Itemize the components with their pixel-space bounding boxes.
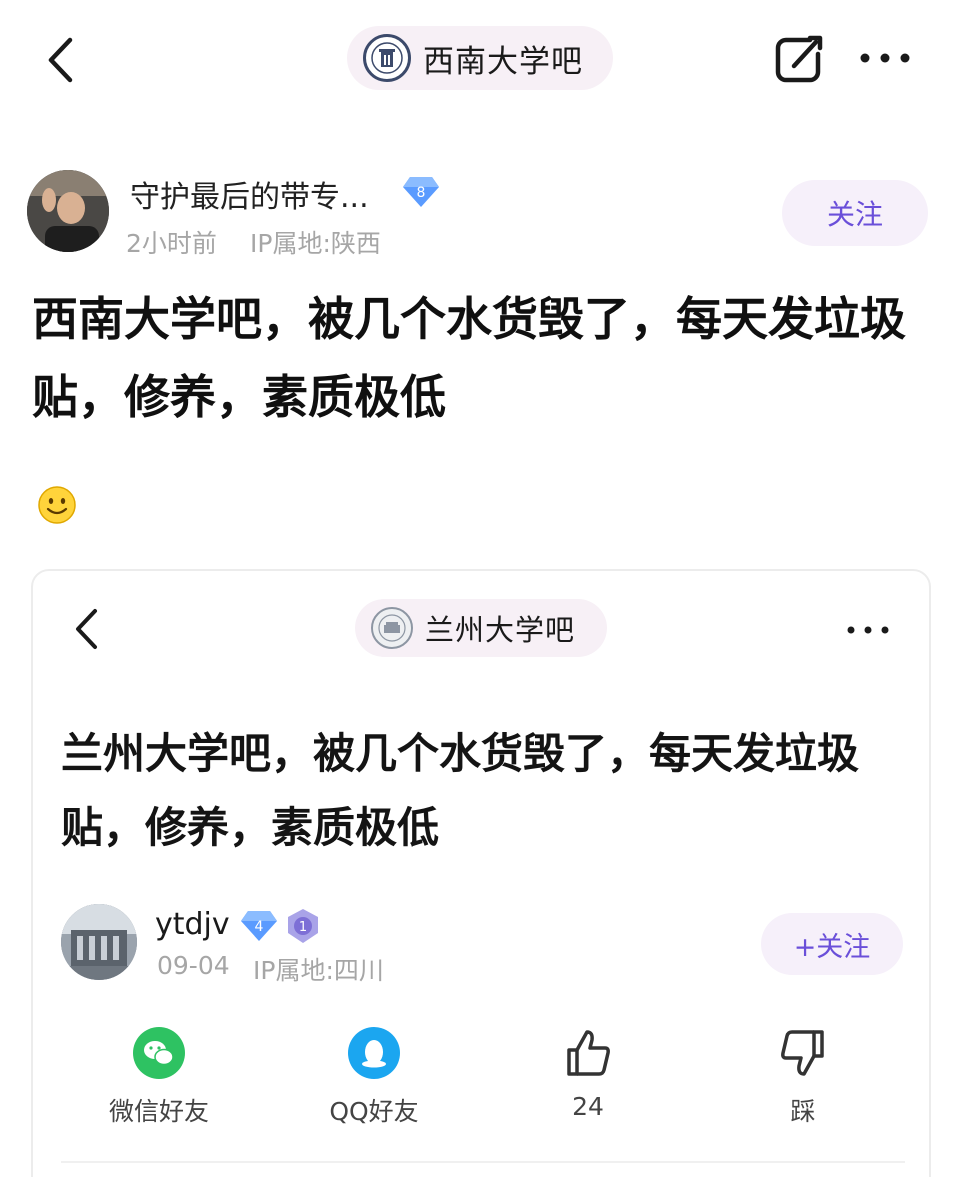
embedded-post-date: 09-04: [157, 951, 230, 980]
chevron-left-icon: [76, 609, 97, 649]
embedded-author-avatar: [61, 904, 137, 980]
level-number: 8: [417, 185, 426, 201]
more-button[interactable]: [855, 40, 915, 76]
embedded-more-button: [843, 615, 893, 645]
like-count: 24: [572, 1092, 604, 1121]
diamond-level-icon: 4: [241, 911, 277, 941]
share-qq-label: QQ好友: [329, 1097, 419, 1126]
thumbs-down-icon: [776, 1026, 830, 1080]
post-page: 西南大学吧 守护最后的带专... 8 2小时前 IP属地:陕西 关注 西南大学吧…: [0, 0, 960, 1177]
embedded-author-name: ytdjv: [155, 907, 230, 942]
embedded-level-badge: 4: [239, 909, 279, 943]
back-button[interactable]: [38, 32, 82, 88]
forum-name: 西南大学吧: [423, 43, 583, 80]
edit-icon: [775, 35, 823, 83]
forum-logo-icon: [363, 34, 411, 82]
embedded-forum-name: 兰州大学吧: [425, 613, 576, 647]
author-name[interactable]: 守护最后的带专...: [130, 172, 369, 216]
embedded-follow-button: +关注: [761, 913, 903, 975]
thumbs-up-icon: [561, 1026, 615, 1080]
edit-button[interactable]: [770, 30, 828, 88]
share-qq: QQ好友: [299, 1026, 449, 1126]
like-button: 24: [513, 1026, 663, 1126]
qq-icon: [347, 1026, 401, 1080]
post-time: 2小时前: [126, 229, 217, 258]
embedded-back-button: [73, 607, 113, 655]
level-badge: 8: [402, 175, 440, 209]
post-title: 西南大学吧，被几个水货毁了，每天发垃圾贴，修养，素质极低: [32, 292, 906, 424]
embedded-forum-logo-icon: [371, 607, 413, 649]
share-wechat: 微信好友: [84, 1026, 234, 1126]
smiley-emoji-icon: [37, 485, 77, 525]
forum-pill[interactable]: 西南大学吧: [347, 26, 613, 90]
dislike-button: 踩: [728, 1026, 878, 1126]
wechat-icon: [132, 1026, 186, 1080]
more-dots-icon: [860, 53, 910, 63]
embedded-screenshot[interactable]: 兰州大学吧 兰州大学吧，被几个水货毁了，每天发垃圾贴，修养，素质极低 ytdjv…: [31, 569, 931, 1177]
share-wechat-label: 微信好友: [108, 1097, 209, 1126]
more-dots-icon: [847, 626, 889, 634]
member-badge-number: 1: [299, 920, 307, 935]
member-badge-icon: 1: [288, 909, 318, 943]
ip-location: IP属地:陕西: [250, 229, 381, 258]
follow-button[interactable]: 关注: [782, 180, 928, 246]
diamond-level-icon: 8: [403, 177, 439, 207]
card-divider: [61, 1161, 905, 1163]
author-avatar[interactable]: [27, 170, 109, 252]
chevron-left-icon: [48, 37, 73, 83]
dislike-label: 踩: [790, 1097, 816, 1126]
embedded-member-badge: 1: [285, 907, 321, 945]
embedded-ip-location: IP属地:四川: [253, 956, 384, 985]
embedded-level-number: 4: [255, 919, 264, 935]
embedded-forum-pill: 兰州大学吧: [355, 599, 607, 657]
embedded-post-title: 兰州大学吧，被几个水货毁了，每天发垃圾贴，修养，素质极低: [61, 729, 860, 852]
